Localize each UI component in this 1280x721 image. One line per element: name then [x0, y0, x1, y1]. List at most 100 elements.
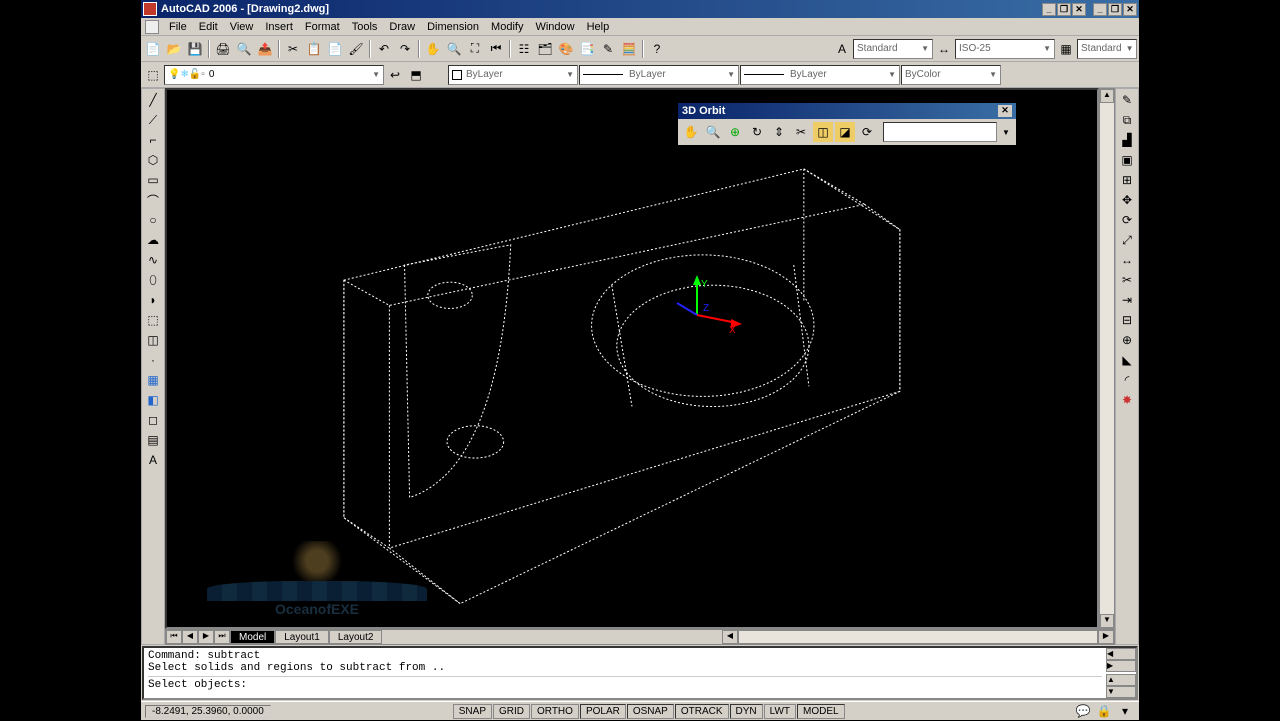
tab-next-icon[interactable]: ▶ [198, 630, 214, 644]
ellipse-icon[interactable]: ⬯ [143, 271, 163, 289]
cmd-scroll-right-icon[interactable]: ▶ [1106, 660, 1136, 672]
line-icon[interactable]: ╱ [143, 91, 163, 109]
orbit-dd-icon[interactable]: ▼ [999, 122, 1013, 142]
menu-file[interactable]: File [163, 20, 193, 34]
pline-icon[interactable]: ⌐ [143, 131, 163, 149]
stretch-icon[interactable]: ↔ [1117, 251, 1137, 269]
snap-toggle[interactable]: SNAP [453, 704, 492, 719]
doc-restore-button[interactable]: ❐ [1108, 3, 1122, 16]
open-icon[interactable]: 📂 [164, 39, 184, 59]
orbit-swivel-icon[interactable]: ↻ [747, 122, 767, 142]
color-dropdown[interactable]: ByLayer▼ [448, 65, 578, 85]
scale-icon[interactable]: ⤢ [1117, 231, 1137, 249]
document-icon[interactable] [145, 20, 159, 34]
hscroll-right-icon[interactable]: ▶ [1098, 630, 1114, 644]
extend-icon[interactable]: ⇥ [1117, 291, 1137, 309]
layer-dropdown[interactable]: 💡❄🔓▫ 0▼ [164, 65, 384, 85]
grid-toggle[interactable]: GRID [493, 704, 530, 719]
insert-block-icon[interactable]: ⬚ [143, 311, 163, 329]
zoom-rt-icon[interactable]: 🔍 [444, 39, 464, 59]
lwt-toggle[interactable]: LWT [764, 704, 796, 719]
point-icon[interactable]: · [143, 351, 163, 369]
tab-layout1[interactable]: Layout1 [275, 630, 329, 644]
copy-icon[interactable]: 📋 [304, 39, 324, 59]
model-toggle[interactable]: MODEL [797, 704, 845, 719]
ellipse-arc-icon[interactable]: ◗ [143, 291, 163, 309]
mirror-icon[interactable]: ▟ [1117, 131, 1137, 149]
menu-view[interactable]: View [224, 20, 260, 34]
menu-dimension[interactable]: Dimension [421, 20, 485, 34]
gradient-icon[interactable]: ◧ [143, 391, 163, 409]
join-icon[interactable]: ⊕ [1117, 331, 1137, 349]
array-icon[interactable]: ⊞ [1117, 171, 1137, 189]
new-icon[interactable]: 📄 [143, 39, 163, 59]
tab-prev-icon[interactable]: ◀ [182, 630, 198, 644]
make-block-icon[interactable]: ◫ [143, 331, 163, 349]
restore-button[interactable]: ❐ [1057, 3, 1071, 16]
orbit-front-icon[interactable]: ◫ [813, 122, 833, 142]
lineweight-dropdown[interactable]: ByLayer▼ [740, 65, 900, 85]
copy-obj-icon[interactable]: ⧉ [1117, 111, 1137, 129]
osnap-toggle[interactable]: OSNAP [627, 704, 674, 719]
close-button[interactable]: ✕ [1072, 3, 1086, 16]
dyn-toggle[interactable]: DYN [730, 704, 763, 719]
hscroll-left-icon[interactable]: ◀ [722, 630, 738, 644]
arc-icon[interactable]: ⌒ [143, 191, 163, 209]
cut-icon[interactable]: ✂ [283, 39, 303, 59]
doc-minimize-button[interactable]: _ [1093, 3, 1107, 16]
layer-state-icon[interactable]: ⬒ [406, 65, 426, 85]
linetype-dropdown[interactable]: ByLayer▼ [579, 65, 739, 85]
chamfer-icon[interactable]: ◣ [1117, 351, 1137, 369]
orbit-distance-icon[interactable]: ⇕ [769, 122, 789, 142]
rectangle-icon[interactable]: ▭ [143, 171, 163, 189]
dim-style-dropdown[interactable]: ISO-25▼ [955, 39, 1055, 59]
tab-last-icon[interactable]: ⏭ [214, 630, 230, 644]
erase-icon[interactable]: ✎ [1117, 91, 1137, 109]
scroll-down-icon[interactable]: ▼ [1100, 614, 1114, 628]
save-icon[interactable]: 💾 [185, 39, 205, 59]
markup-icon[interactable]: ✎ [598, 39, 618, 59]
menu-modify[interactable]: Modify [485, 20, 529, 34]
zoom-win-icon[interactable]: ⛶ [465, 39, 485, 59]
fillet-icon[interactable]: ◜ [1117, 371, 1137, 389]
comm-center-icon[interactable]: 💬 [1073, 701, 1093, 721]
spline-icon[interactable]: ∿ [143, 251, 163, 269]
xline-icon[interactable]: ⟋ [143, 111, 163, 129]
text-style-dropdown[interactable]: Standard▼ [853, 39, 933, 59]
help-icon[interactable]: ? [647, 39, 667, 59]
calc-icon[interactable]: 🧮 [619, 39, 639, 59]
menu-insert[interactable]: Insert [259, 20, 299, 34]
dim-style-icon[interactable]: ↔ [934, 39, 954, 59]
preview-icon[interactable]: 🔍 [234, 39, 254, 59]
paste-icon[interactable]: 📄 [325, 39, 345, 59]
layer-manager-icon[interactable]: ⬚ [143, 65, 163, 85]
explode-icon[interactable]: ✸ [1117, 391, 1137, 409]
orbit-clip-icon[interactable]: ✂ [791, 122, 811, 142]
menu-edit[interactable]: Edit [193, 20, 224, 34]
menu-format[interactable]: Format [299, 20, 346, 34]
print-icon[interactable]: 🖨 [213, 39, 233, 59]
doc-close-button[interactable]: ✕ [1123, 3, 1137, 16]
polygon-icon[interactable]: ⬡ [143, 151, 163, 169]
menu-tools[interactable]: Tools [346, 20, 384, 34]
orbit-input[interactable] [883, 122, 997, 142]
pan-icon[interactable]: ✋ [423, 39, 443, 59]
orbit-reset-icon[interactable]: ⟳ [857, 122, 877, 142]
drawing-canvas[interactable]: Y X Z 3D Orbit ✕ [165, 88, 1099, 629]
tab-model[interactable]: Model [230, 630, 275, 644]
zoom-prev-icon[interactable]: ⏮ [486, 39, 506, 59]
rotate-icon[interactable]: ⟳ [1117, 211, 1137, 229]
table-icon[interactable]: ▤ [143, 431, 163, 449]
revcloud-icon[interactable]: ☁ [143, 231, 163, 249]
text-style-icon[interactable]: A [832, 39, 852, 59]
mtext-icon[interactable]: A [143, 451, 163, 469]
orbit-zoom-icon[interactable]: 🔍 [703, 122, 723, 142]
orbit-3d-icon[interactable]: ⊕ [725, 122, 745, 142]
command-prompt[interactable]: Select objects: [148, 679, 1102, 691]
status-menu-icon[interactable]: ▾ [1115, 701, 1135, 721]
cmd-scroll-up-icon[interactable]: ▲ [1106, 674, 1136, 686]
match-icon[interactable]: 🖌 [346, 39, 366, 59]
menu-help[interactable]: Help [581, 20, 616, 34]
move-icon[interactable]: ✥ [1117, 191, 1137, 209]
orbit-close-button[interactable]: ✕ [998, 105, 1012, 117]
